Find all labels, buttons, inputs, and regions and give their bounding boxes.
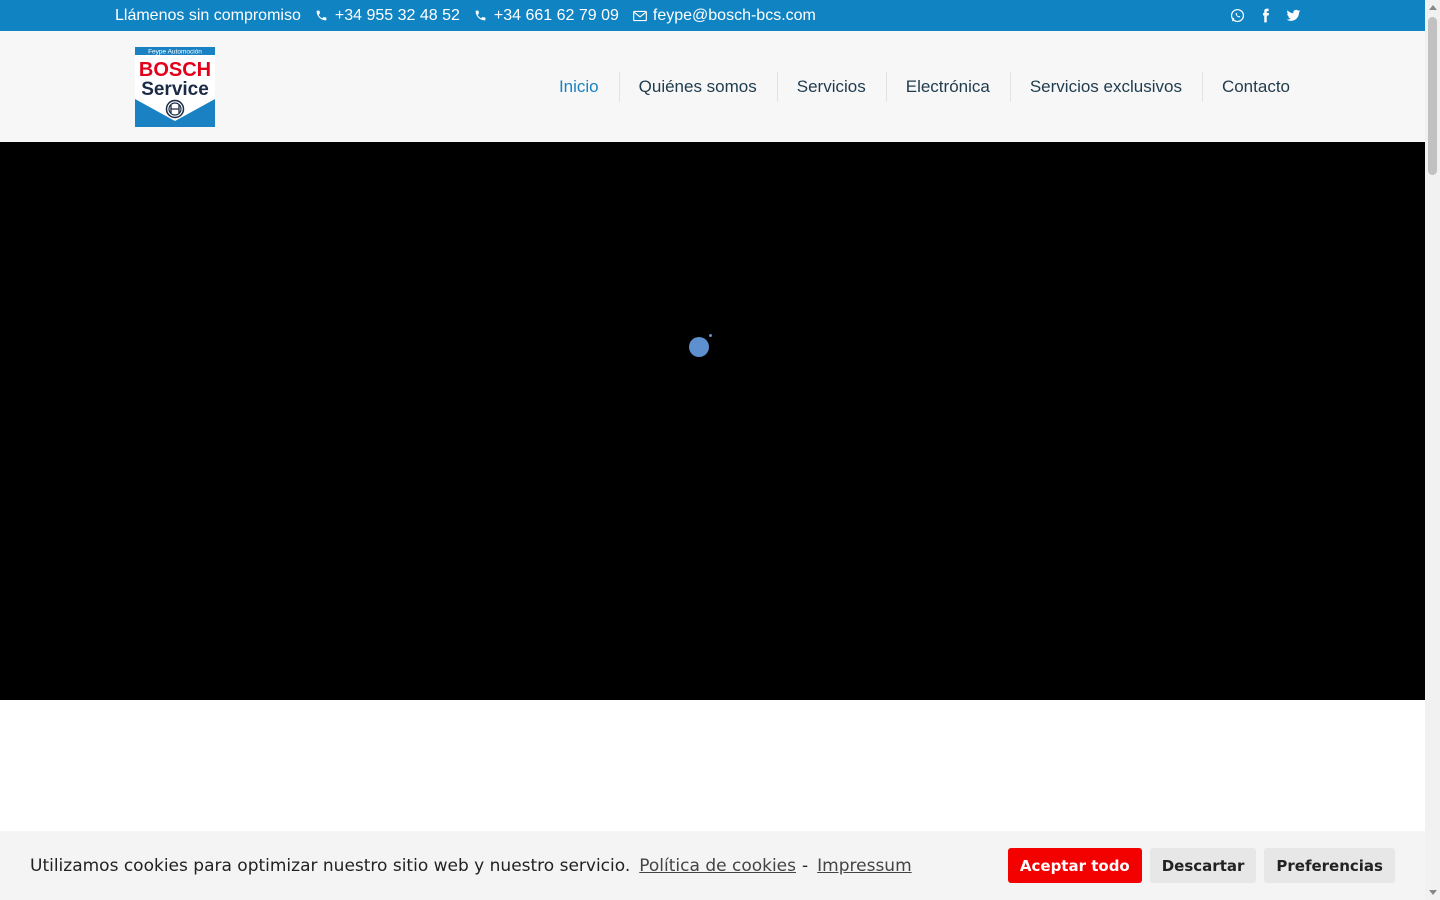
page: Llámenos sin compromiso +34 955 32 48 52…	[0, 0, 1425, 900]
phone-number-1: +34 955 32 48 52	[334, 6, 460, 24]
mail-icon	[632, 9, 647, 23]
nav-item-contacto[interactable]: Contacto	[1201, 71, 1310, 102]
logo-sub-text: Service	[141, 79, 209, 100]
phone-icon	[315, 9, 329, 23]
whatsapp-icon[interactable]	[1230, 8, 1245, 23]
loading-spinner-icon	[689, 337, 709, 357]
slogan: Llámenos sin compromiso	[115, 6, 301, 24]
email-link[interactable]: feype@bosch-bcs.com	[632, 6, 816, 25]
cookie-actions: Aceptar todo Descartar Preferencias	[1007, 848, 1395, 883]
nav-item-servicios[interactable]: Servicios	[776, 71, 886, 102]
email-address: feype@bosch-bcs.com	[652, 6, 816, 24]
top-contact-bar: Llámenos sin compromiso +34 955 32 48 52…	[0, 0, 1425, 31]
loading-spinner-trail	[709, 334, 712, 337]
cookie-separator: -	[802, 855, 809, 876]
nav-item-servicios-exclusivos[interactable]: Servicios exclusivos	[1009, 71, 1202, 102]
nav-item-quienes-somos[interactable]: Quiénes somos	[618, 71, 777, 102]
cookie-message: Utilizamos cookies para optimizar nuestr…	[30, 855, 631, 876]
facebook-icon[interactable]	[1258, 8, 1273, 23]
phone-number-2: +34 661 62 79 09	[493, 6, 619, 24]
page-scrollbar[interactable]	[1425, 0, 1440, 900]
phone-link-1[interactable]: +34 955 32 48 52	[315, 7, 460, 25]
accept-all-button[interactable]: Aceptar todo	[1007, 848, 1142, 883]
scroll-up-arrow-icon[interactable]	[1429, 5, 1437, 10]
logo-brand-text: BOSCH	[139, 59, 211, 81]
impressum-link[interactable]: Impressum	[817, 856, 912, 876]
social-links	[1230, 0, 1301, 31]
nav-item-electronica[interactable]: Electrónica	[885, 71, 1010, 102]
scrollbar-thumb[interactable]	[1428, 17, 1437, 175]
main-navigation: Inicio Quiénes somos Servicios Electróni…	[539, 31, 1310, 142]
twitter-icon[interactable]	[1286, 8, 1301, 23]
site-header: Feype Automoción BOSCH Service Inicio Qu…	[0, 31, 1425, 142]
cookie-policy-link[interactable]: Política de cookies	[639, 856, 796, 876]
cookie-consent-bar: Utilizamos cookies para optimizar nuestr…	[0, 831, 1425, 900]
dismiss-button[interactable]: Descartar	[1149, 848, 1257, 883]
phone-link-2[interactable]: +34 661 62 79 09	[474, 7, 619, 25]
phone-icon	[474, 9, 488, 23]
logo-top-text: Feype Automoción	[148, 48, 202, 55]
scroll-down-arrow-icon[interactable]	[1429, 890, 1437, 895]
nav-item-inicio[interactable]: Inicio	[539, 72, 619, 102]
hero-slider	[0, 142, 1425, 700]
preferences-button[interactable]: Preferencias	[1264, 848, 1395, 883]
bosch-service-logo[interactable]: Feype Automoción BOSCH Service	[135, 47, 215, 127]
contact-list: Llámenos sin compromiso +34 955 32 48 52…	[115, 0, 816, 31]
